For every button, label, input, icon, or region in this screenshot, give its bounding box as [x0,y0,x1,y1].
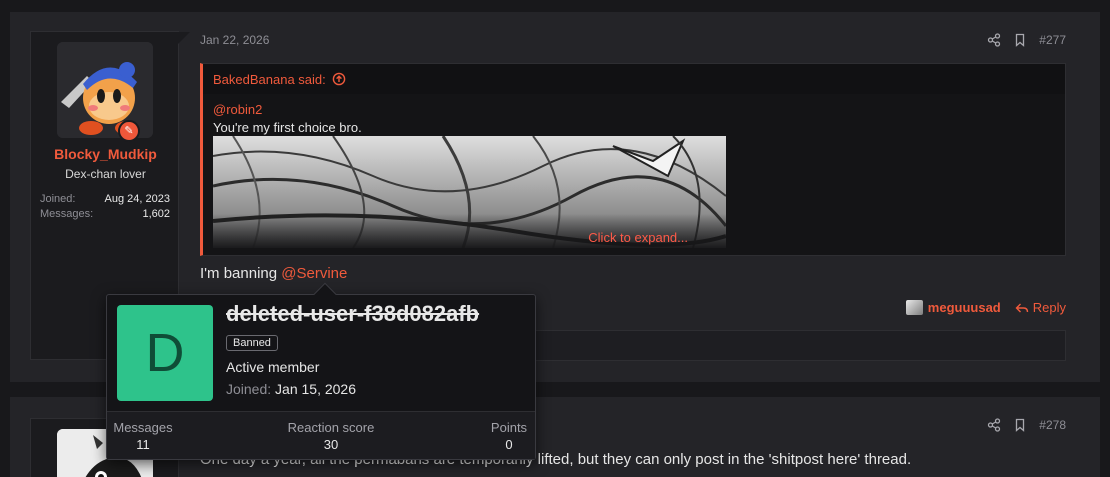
username[interactable]: Blocky_Mudkip [31,146,180,162]
stat-value: 30 [323,437,339,452]
quote-image[interactable]: Click to expand... [213,136,726,248]
reactor-name[interactable]: meguuusad [928,300,1001,315]
reply-arrow-icon [1015,303,1028,312]
reaction-avatar [905,300,923,315]
stat-value: 11 [136,437,150,452]
stat-messages[interactable]: Messages 11 [113,420,173,452]
share-icon[interactable] [987,418,1001,432]
stat-label: Reaction score [287,420,375,435]
quote-header: BakedBanana said: [203,64,1065,94]
bookmark-icon[interactable] [1013,418,1027,432]
member-title: Active member [226,359,320,375]
quote-author[interactable]: BakedBanana said: [213,72,326,87]
stat-label: Joined: [40,193,76,205]
quote-mention[interactable]: @robin2 [213,102,1055,117]
member-stats: Messages 11 Reaction score 30 Points 0 [107,411,535,459]
avatar[interactable]: D [117,305,213,401]
post-number[interactable]: #277 [1039,33,1066,47]
click-to-expand-link[interactable]: Click to expand... [213,214,726,248]
user-panel-arrow [178,32,190,44]
post-body: I'm banning @Servine [200,265,347,282]
avatar[interactable] [57,42,153,138]
stat-value: 0 [505,437,513,452]
status-badge: Banned [226,335,278,351]
thread-page: ✎ Blocky_Mudkip Dex-chan lover Joined: A… [0,0,1110,477]
stat-label: Points [490,420,528,435]
user-stat-joined: Joined: Aug 24, 2023 [40,193,170,205]
feather-badge-icon: ✎ [118,120,140,142]
share-icon[interactable] [987,33,1001,47]
stat-label: Messages [113,420,173,435]
reply-button[interactable]: Reply [1015,300,1066,315]
post-tools: #278 [987,418,1066,432]
member-tooltip: D deleted-user-f38d082afb Banned Active … [106,282,536,460]
post-date[interactable]: Jan 22, 2026 [200,33,269,47]
member-joined: Joined: Jan 15, 2026 [226,381,356,397]
arrow-up-circle-icon[interactable] [332,72,346,86]
user-stat-messages: Messages: 1,602 [40,208,170,220]
user-mention-link[interactable]: @Servine [281,265,347,282]
post-header: Jan 22, 2026 #277 [200,33,1066,49]
post-actions: meguuusad Reply [905,300,1066,315]
post-tools: #277 [987,33,1066,47]
bookmark-icon[interactable] [1013,33,1027,47]
quote-block: BakedBanana said: @robin2 You're my firs… [200,63,1066,256]
post-body-text: I'm banning [200,265,282,282]
reaction-summary[interactable]: meguuusad [905,300,1001,315]
member-name[interactable]: deleted-user-f38d082afb [226,301,479,327]
stat-value: Aug 24, 2023 [104,193,170,205]
user-title: Dex-chan lover [65,167,146,181]
stat-value: 1,602 [142,208,170,220]
joined-label: Joined: [226,381,272,397]
joined-value: Jan 15, 2026 [275,381,357,397]
reply-label: Reply [1032,300,1066,315]
stat-points[interactable]: Points 0 [487,420,531,452]
post-number[interactable]: #278 [1039,418,1066,432]
stat-reaction-score[interactable]: Reaction score 30 [271,420,391,452]
stat-label: Messages: [40,208,94,220]
quote-text: You're my first choice bro. [213,120,362,135]
